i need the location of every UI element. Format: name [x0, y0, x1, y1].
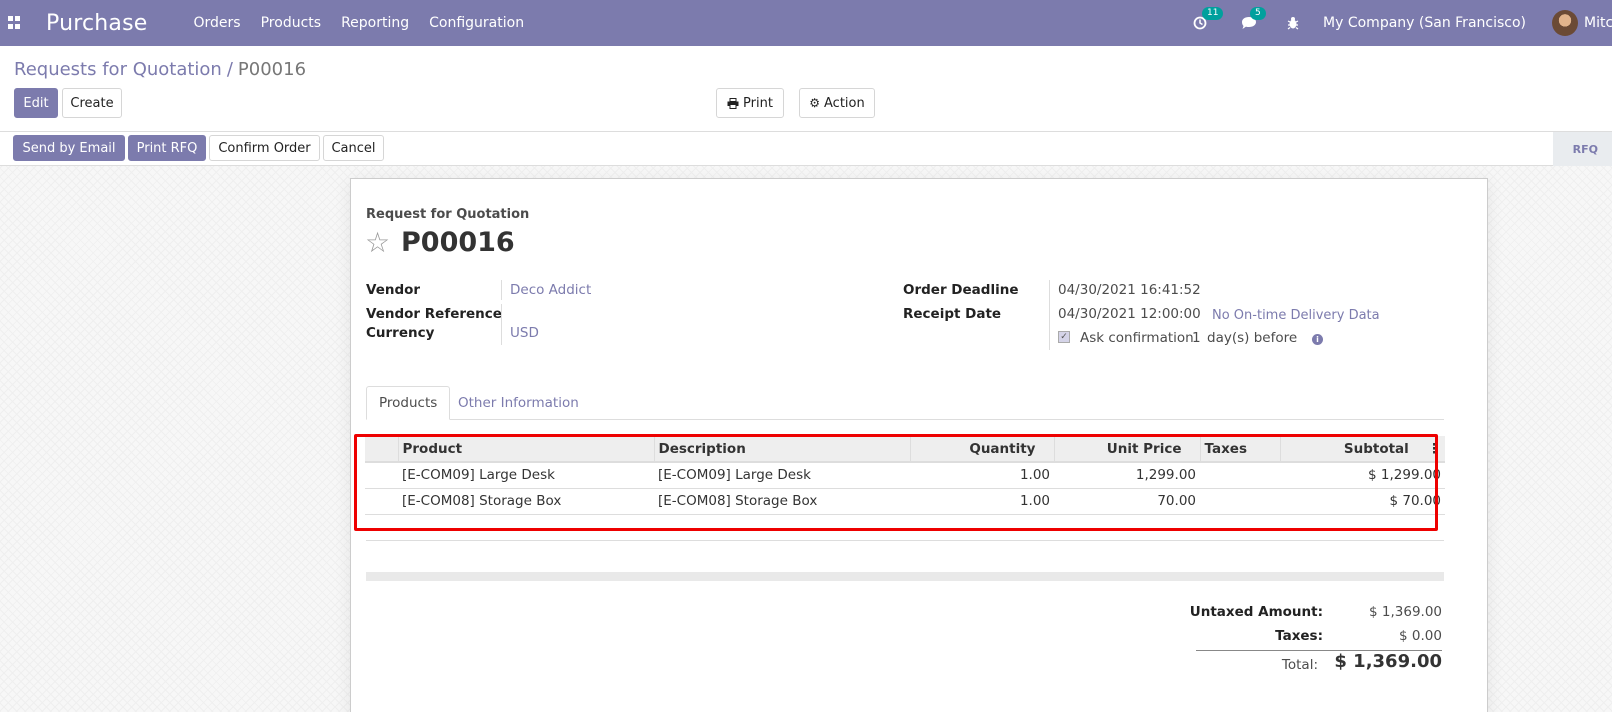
notes-band: [366, 572, 1444, 581]
menu-reporting[interactable]: Reporting: [341, 15, 409, 31]
info-icon[interactable]: i: [1312, 334, 1323, 345]
activity-clock-icon[interactable]: 11: [1193, 7, 1224, 30]
product-cell[interactable]: [E-COM09] Large Desk: [398, 462, 654, 489]
vendor-label: Vendor: [366, 282, 421, 298]
send-by-email-button[interactable]: Send by Email: [13, 135, 125, 161]
form-statusbar: Send by Email Print RFQ Confirm Order Ca…: [0, 132, 1612, 166]
control-panel: Requests for Quotation / P00016 Edit Creat…: [0, 46, 1612, 132]
notebook-tabs: Products Other Information: [366, 386, 1444, 420]
menu-configuration[interactable]: Configuration: [429, 15, 524, 31]
taxes-label: Taxes:: [1275, 628, 1323, 644]
breadcrumb-parent-link[interactable]: Requests for Quotation: [14, 59, 222, 80]
description-cell[interactable]: [E-COM08] Storage Box: [654, 488, 910, 515]
handle-header: [365, 436, 398, 463]
quantity-column-header[interactable]: Quantity: [909, 436, 1054, 463]
receipt-date-label: Receipt Date: [903, 306, 1002, 322]
unit-price-cell[interactable]: 70.00: [1054, 488, 1200, 515]
tab-other-information[interactable]: Other Information: [446, 386, 591, 420]
field-separator: [501, 323, 502, 345]
breadcrumb-separator: /: [226, 59, 233, 80]
subtotal-cell: $ 1,299.00: [1280, 462, 1445, 489]
vendor-reference-label: Vendor Reference: [366, 306, 502, 322]
action-label: Action: [824, 95, 865, 111]
unit-price-cell[interactable]: 1,299.00: [1054, 462, 1200, 489]
gear-icon: ⚙: [809, 96, 821, 110]
tab-products[interactable]: Products: [366, 386, 451, 420]
currency-field[interactable]: USD: [510, 325, 539, 341]
print-icon: [727, 97, 739, 109]
quantity-cell[interactable]: 1.00: [910, 462, 1054, 489]
ask-confirmation-checkbox[interactable]: ✓: [1058, 331, 1070, 343]
user-menu[interactable]: Mitchell Admin: [1584, 15, 1612, 31]
vendor-field[interactable]: Deco Addict: [510, 282, 591, 298]
product-cell[interactable]: [E-COM08] Storage Box: [398, 488, 654, 515]
description-cell[interactable]: [E-COM09] Large Desk: [654, 462, 910, 489]
menu-products[interactable]: Products: [261, 15, 321, 31]
app-brand[interactable]: Purchase: [46, 11, 148, 36]
vendor-reference-field[interactable]: [510, 306, 810, 324]
print-dropdown-button[interactable]: Print: [716, 88, 784, 118]
ask-confirmation-days-field[interactable]: 1: [1192, 330, 1201, 346]
breadcrumb-current: P00016: [237, 59, 307, 80]
taxes-column-header[interactable]: Taxes: [1199, 436, 1280, 463]
debug-bug-icon[interactable]: [1287, 16, 1299, 30]
action-dropdown-button[interactable]: ⚙ Action: [799, 88, 875, 118]
order-deadline-label: Order Deadline: [903, 282, 1019, 298]
currency-label: Currency: [366, 325, 435, 341]
apps-menu-icon[interactable]: [8, 16, 22, 30]
user-avatar[interactable]: [1552, 10, 1578, 36]
order-lines-table: Product Description Quantity Unit Price …: [365, 436, 1445, 515]
menu-orders[interactable]: Orders: [194, 15, 241, 31]
ask-confirmation-suffix: day(s) before: [1207, 330, 1298, 346]
top-navbar: Purchase Orders Products Reporting Confi…: [0, 0, 1612, 46]
confirm-order-button[interactable]: Confirm Order: [209, 135, 320, 161]
on-time-delivery-link[interactable]: No On-time Delivery Data: [1212, 308, 1380, 323]
divider: [366, 540, 1444, 541]
table-row[interactable]: [E-COM08] Storage Box [E-COM08] Storage …: [365, 488, 1445, 515]
field-separator: [1049, 280, 1050, 350]
subtotal-column-header[interactable]: Subtotal ⋮: [1279, 436, 1445, 463]
order-deadline-field[interactable]: 04/30/2021 16:41:52: [1058, 282, 1201, 298]
taxes-cell[interactable]: [1200, 462, 1280, 489]
taxes-cell[interactable]: [1200, 488, 1280, 515]
untaxed-amount-label: Untaxed Amount:: [1189, 604, 1323, 620]
messages-chat-icon[interactable]: 5: [1241, 7, 1266, 30]
receipt-date-field[interactable]: 04/30/2021 12:00:00: [1058, 306, 1201, 322]
total-value: $ 1,369.00: [1334, 651, 1442, 672]
row-handle: [365, 462, 398, 489]
create-button[interactable]: Create: [62, 88, 122, 118]
product-column-header[interactable]: Product: [397, 436, 654, 463]
taxes-value: $ 0.00: [1399, 628, 1442, 644]
document-name: P00016: [401, 227, 515, 258]
print-rfq-button[interactable]: Print RFQ: [128, 135, 206, 161]
field-separator: [501, 280, 502, 300]
untaxed-amount-value: $ 1,369.00: [1369, 604, 1442, 620]
cancel-button[interactable]: Cancel: [323, 135, 384, 161]
row-handle: [365, 488, 398, 515]
description-column-header[interactable]: Description: [653, 436, 910, 463]
company-switcher[interactable]: My Company (San Francisco): [1323, 15, 1526, 31]
edit-button[interactable]: Edit: [14, 88, 58, 118]
table-row[interactable]: [E-COM09] Large Desk [E-COM09] Large Des…: [365, 462, 1445, 489]
optional-columns-kebab-icon[interactable]: ⋮: [1428, 441, 1442, 457]
document-type-label: Request for Quotation: [366, 207, 530, 222]
breadcrumb: Requests for Quotation / P00016: [14, 59, 306, 80]
subtotal-column-label: Subtotal: [1343, 440, 1409, 457]
unit-price-column-header[interactable]: Unit Price: [1053, 436, 1200, 463]
quantity-cell[interactable]: 1.00: [910, 488, 1054, 515]
favorite-star-icon[interactable]: ☆: [365, 229, 390, 257]
messages-count-badge: 5: [1250, 7, 1266, 20]
activity-count-badge: 11: [1202, 7, 1224, 20]
subtotal-cell: $ 70.00: [1280, 488, 1445, 515]
table-header-row: Product Description Quantity Unit Price …: [365, 436, 1445, 463]
status-stage-rfq[interactable]: RFQ: [1552, 132, 1612, 166]
field-separator: [501, 304, 502, 324]
total-label: Total:: [1281, 657, 1318, 673]
ask-confirmation-label: Ask confirmation: [1080, 330, 1194, 346]
print-label: Print: [743, 95, 773, 111]
form-sheet: Request for Quotation ☆ P00016 Vendor De…: [350, 178, 1488, 712]
